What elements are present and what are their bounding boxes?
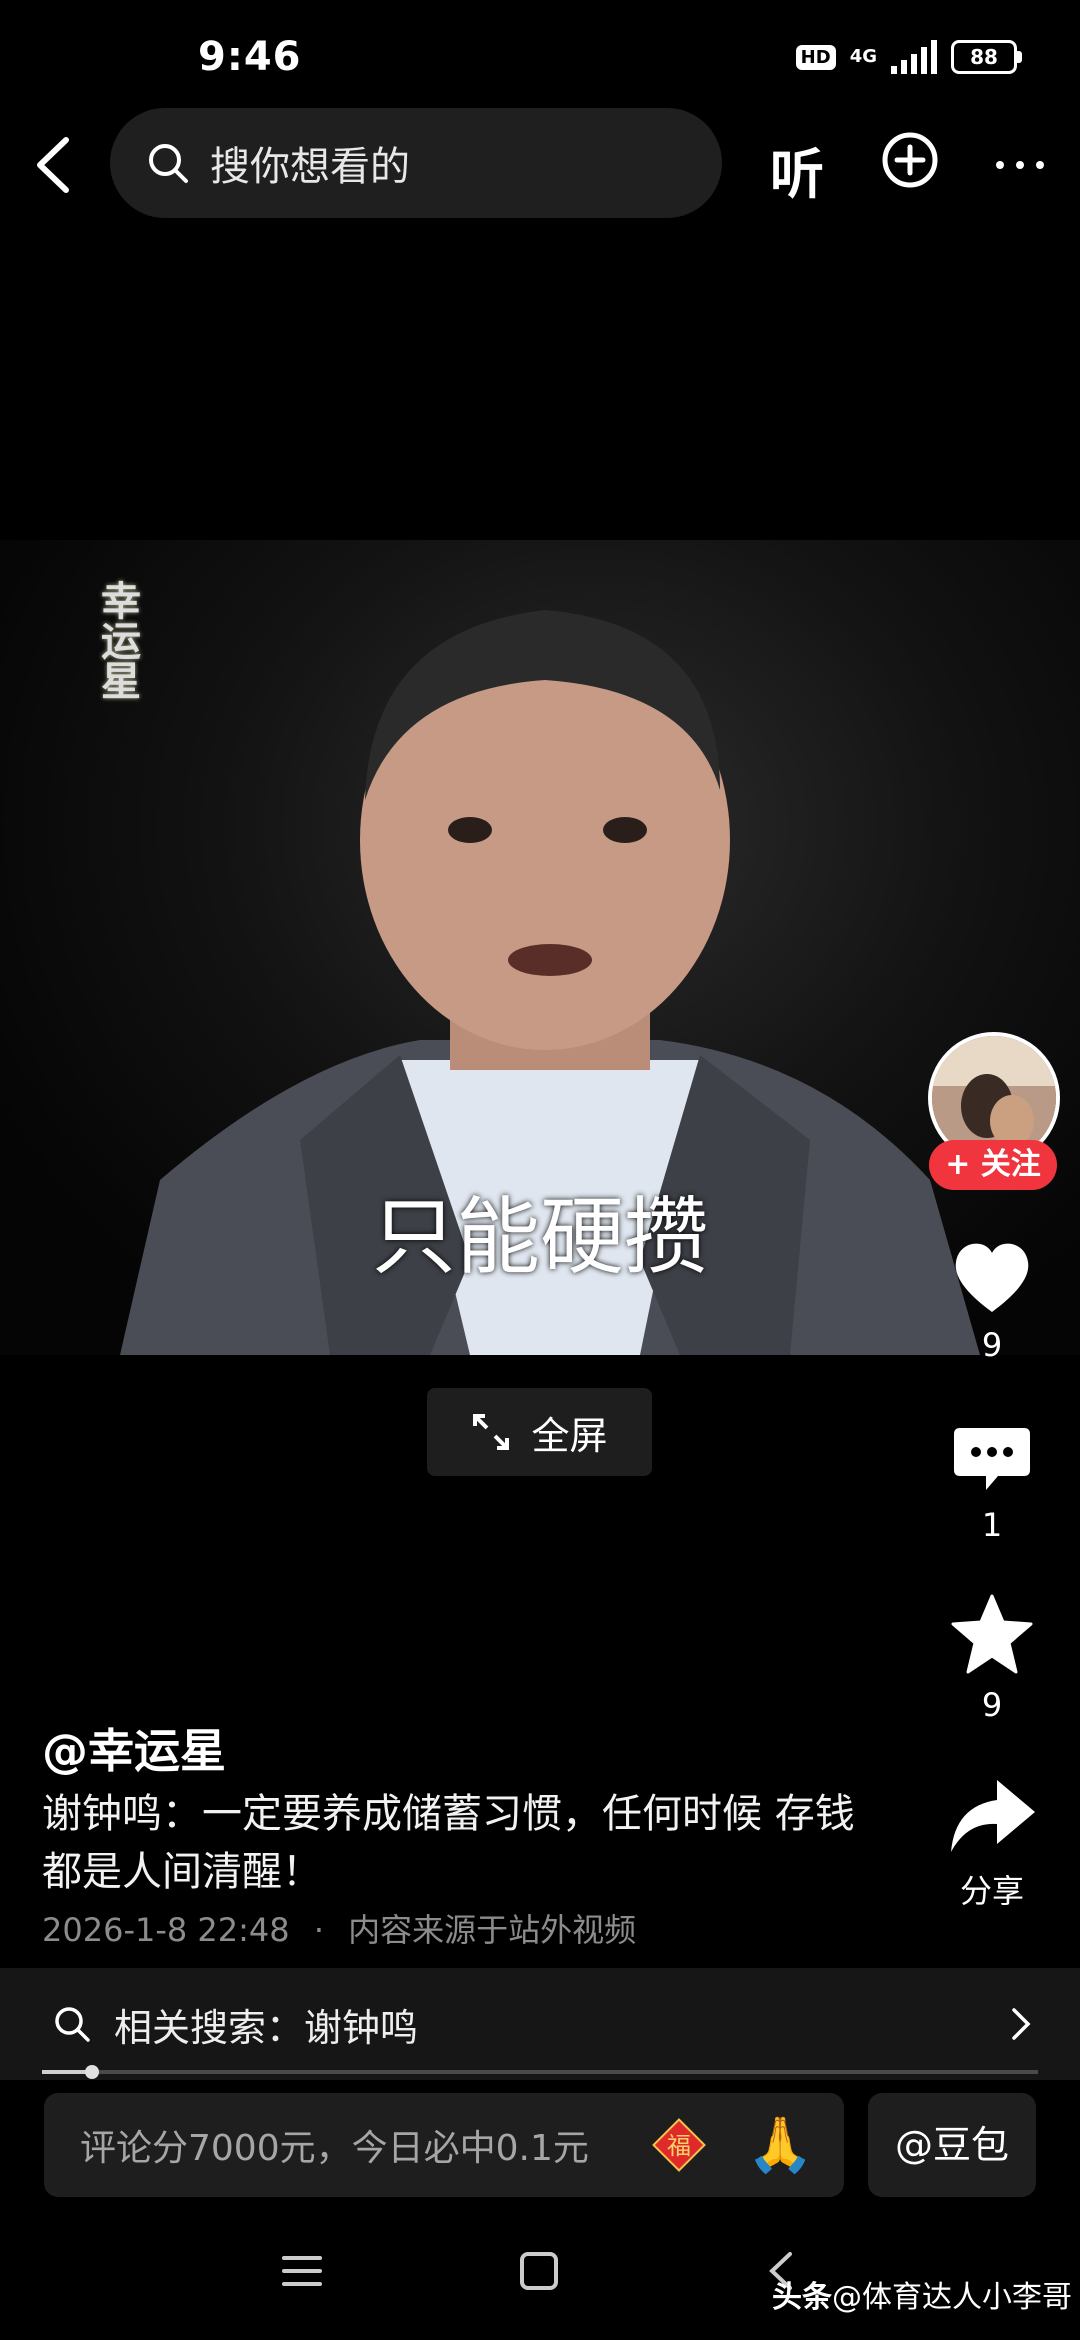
search-icon: [55, 2007, 90, 2042]
comment-input[interactable]: 评论分7000元，今日必中0.1元 福 🙏: [44, 2093, 844, 2197]
post-description: 谢钟鸣：一定要养成储蓄习惯，任何时候 存钱都是人间清醒！: [42, 1791, 855, 1895]
like-button[interactable]: 9: [930, 1240, 1054, 1364]
status-icons: HD 4G 88: [795, 40, 1022, 74]
star-icon: [951, 1594, 1033, 1674]
search-placeholder: 搜你想看的: [210, 144, 410, 190]
related-search-label: 相关搜索：谢钟鸣: [114, 2005, 419, 2050]
footer-watermark: 头条@体育达人小李哥: [772, 2272, 1072, 2316]
author-name[interactable]: @幸运星: [42, 1715, 226, 1781]
footer-brand: 头条: [772, 2280, 832, 2315]
more-button[interactable]: [990, 150, 1050, 180]
fullscreen-button[interactable]: 全屏: [427, 1388, 652, 1476]
signal-icon: [891, 40, 937, 74]
pray-emoji-icon[interactable]: 🙏: [747, 2113, 814, 2177]
home-icon[interactable]: [520, 2252, 558, 2290]
share-arrow-icon: [951, 1780, 1035, 1852]
fu-lucky-icon[interactable]: 福: [651, 2117, 707, 2173]
network-type: 4G: [849, 46, 877, 67]
comment-count: 1: [981, 1506, 1003, 1544]
back-button[interactable]: [24, 130, 84, 200]
chevron-left-icon: [37, 137, 69, 193]
share-button[interactable]: 分享: [930, 1776, 1054, 1912]
status-time: 9:46: [198, 34, 302, 80]
expand-icon: [473, 1414, 510, 1450]
chevron-right-icon: [1012, 2008, 1031, 2040]
search-icon: [149, 144, 188, 183]
battery-level: 88: [951, 40, 1017, 74]
video-subtitle: 只能硬攒: [371, 1188, 708, 1286]
heart-icon: [955, 1243, 1029, 1312]
footer-handle: @体育达人小李哥: [832, 2280, 1072, 2315]
comment-placeholder: 评论分7000元，今日必中0.1元: [80, 2128, 589, 2169]
video-progress-bar[interactable]: [42, 2065, 1038, 2079]
like-count: 9: [981, 1326, 1003, 1364]
video-watermark: 幸运星: [94, 580, 141, 700]
favorite-button[interactable]: 9: [930, 1592, 1054, 1724]
comment-icon: [954, 1428, 1030, 1490]
post-timestamp: 2026-1-8 22:48: [42, 1911, 290, 1949]
doubao-button[interactable]: @豆包: [868, 2093, 1036, 2197]
fullscreen-label: 全屏: [531, 1413, 608, 1458]
recent-apps-icon[interactable]: [282, 2254, 322, 2288]
post-meta: 2026-1-8 22:48 · 内容来源于站外视频: [42, 1905, 636, 1951]
plus-circle-icon: [882, 132, 938, 188]
share-label: 分享: [959, 1872, 1024, 1910]
battery-icon: 88: [951, 40, 1022, 74]
fu-char: 福: [667, 2132, 691, 2160]
follow-button[interactable]: + 关注: [929, 1140, 1057, 1190]
video-player[interactable]: 幸运星 只能硬攒: [0, 540, 1080, 1355]
favorite-count: 9: [981, 1686, 1003, 1724]
listen-button[interactable]: 听: [770, 130, 824, 209]
video-progress-knob[interactable]: [84, 2065, 99, 2079]
add-button[interactable]: [880, 130, 940, 190]
hd-badge: HD: [795, 44, 836, 70]
ellipsis-icon: [996, 161, 1044, 169]
meta-separator: ·: [313, 1911, 324, 1949]
post-source: 内容来源于站外视频: [348, 1911, 637, 1949]
related-search[interactable]: 相关搜索：谢钟鸣: [0, 1968, 1080, 2080]
search-input[interactable]: 搜你想看的: [110, 108, 722, 218]
comment-button[interactable]: 1: [930, 1424, 1054, 1544]
